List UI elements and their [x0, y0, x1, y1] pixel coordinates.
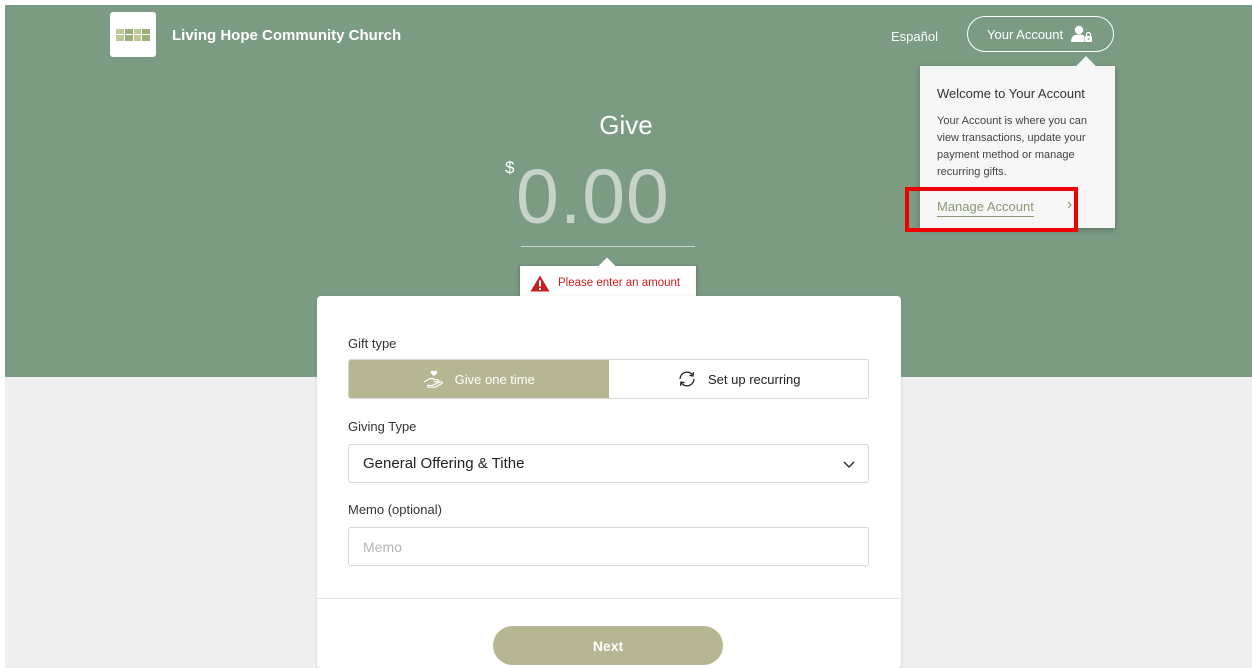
memo-label: Memo (optional): [348, 502, 442, 517]
give-form-card: Gift type Give one time Set up recurring…: [317, 296, 901, 668]
highlight-annotation-box: [905, 187, 1078, 232]
church-logo[interactable]: [110, 12, 156, 57]
user-lock-icon: [1071, 25, 1093, 42]
amount-input[interactable]: 0.00: [516, 153, 670, 242]
chevron-down-icon: [843, 461, 855, 469]
set-up-recurring-label: Set up recurring: [708, 371, 801, 387]
logo-mark: [116, 28, 150, 41]
giving-type-label: Giving Type: [348, 419, 417, 434]
set-up-recurring-option[interactable]: Set up recurring: [608, 360, 868, 398]
amount-error-tooltip: Please enter an amount: [520, 266, 696, 300]
popover-title: Welcome to Your Account: [937, 86, 1085, 101]
give-one-time-label: Give one time: [454, 371, 535, 387]
hand-heart-icon: [423, 370, 443, 388]
currency-symbol: $: [505, 158, 515, 177]
memo-input[interactable]: [348, 527, 869, 566]
gift-type-toggle: Give one time Set up recurring: [348, 359, 869, 399]
giving-type-value: General Offering & Tithe: [363, 455, 525, 472]
give-title: Give: [599, 110, 653, 140]
gift-type-label: Gift type: [348, 336, 397, 351]
giving-type-select[interactable]: General Offering & Tithe: [348, 444, 869, 483]
next-button[interactable]: Next: [493, 626, 723, 665]
recurring-icon: [679, 371, 695, 387]
church-name: Living Hope Community Church: [172, 27, 402, 44]
warning-icon: [530, 275, 550, 291]
your-account-label: Your Account: [987, 26, 1064, 42]
your-account-button[interactable]: Your Account: [967, 16, 1114, 52]
language-link-espanol[interactable]: Español: [891, 29, 938, 44]
give-one-time-option[interactable]: Give one time: [349, 360, 609, 398]
form-divider: [317, 598, 901, 599]
amount-underline: [521, 246, 695, 247]
amount-error-message: Please enter an amount: [558, 277, 681, 289]
